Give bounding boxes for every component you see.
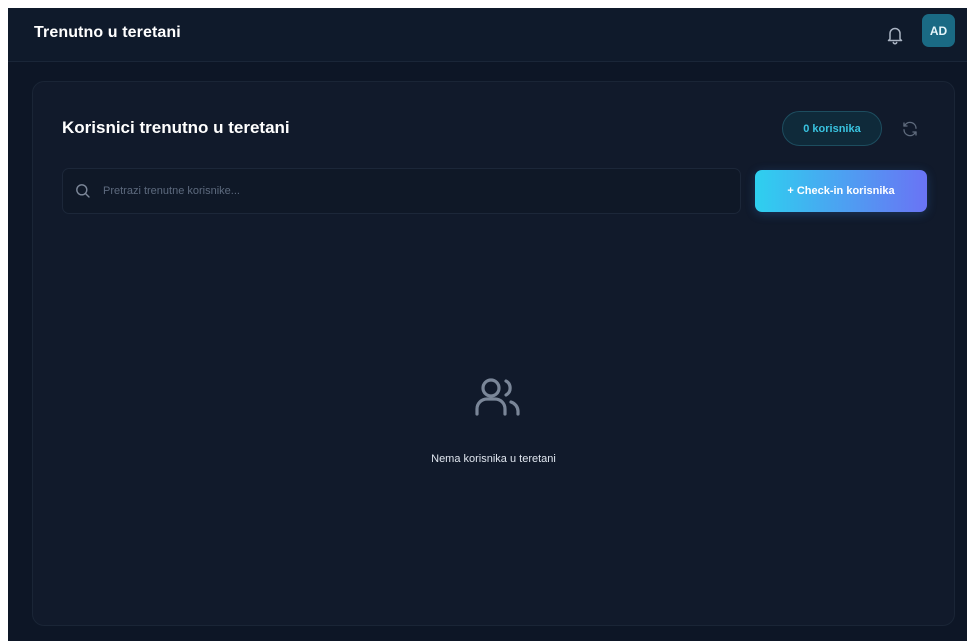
avatar[interactable]: AD [922,14,955,47]
refresh-icon[interactable] [899,118,921,140]
users-icon [475,378,520,416]
bell-icon[interactable] [885,24,905,46]
user-count-badge: 0 korisnika [782,111,882,146]
empty-state-message: Nema korisnika u teretani [431,453,556,465]
check-in-user-button[interactable]: + Check-in korisnika [755,170,927,212]
search-input[interactable] [103,169,733,213]
current-users-card: Korisnici trenutno u teretani 0 korisnik… [32,81,955,626]
search-field[interactable] [62,168,741,214]
page-title: Trenutno u teretani [34,24,181,41]
app-window: Trenutno u teretani AD Korisnici trenutn… [8,8,967,641]
top-bar: Trenutno u teretani AD [8,8,967,62]
card-title: Korisnici trenutno u teretani [62,118,290,137]
search-icon [76,184,90,198]
